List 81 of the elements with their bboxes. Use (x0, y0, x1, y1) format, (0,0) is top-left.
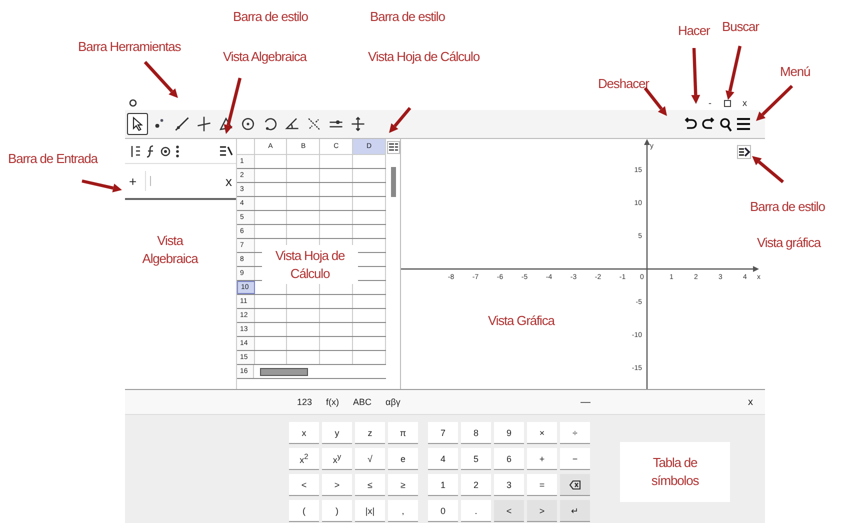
key[interactable]: 1 (428, 474, 458, 496)
redo-icon[interactable] (701, 117, 716, 131)
key[interactable]: y (322, 422, 352, 444)
annotation-label: Hacer (678, 22, 710, 40)
add-button[interactable]: + (129, 174, 141, 188)
maximize-icon[interactable] (724, 100, 730, 106)
logo-icon (129, 99, 137, 107)
function-icon[interactable] (145, 144, 156, 158)
key[interactable]: 2 (461, 474, 491, 496)
search-icon[interactable] (719, 116, 733, 132)
key[interactable]: ↵ (560, 500, 590, 522)
key[interactable]: ≤ (355, 474, 385, 496)
style-bar-icon[interactable] (219, 145, 233, 157)
annotation-label: Barra Herramientas (78, 38, 181, 56)
minimize-button[interactable]: — (580, 396, 590, 408)
key[interactable]: + (527, 448, 557, 470)
line-icon (172, 115, 190, 133)
style-bar-icon[interactable] (387, 141, 400, 154)
key[interactable]: > (527, 500, 557, 522)
tool-button[interactable] (127, 113, 148, 135)
key[interactable]: > (322, 474, 352, 496)
annotation-label: Vista Algebraica (223, 48, 306, 66)
key[interactable]: e (388, 448, 418, 470)
key[interactable]: 5 (461, 448, 491, 470)
key[interactable]: π (388, 422, 418, 444)
style-bar-icon[interactable] (737, 145, 751, 159)
sort-icon[interactable] (130, 144, 141, 158)
annotation-label: Vista gráfica (757, 234, 820, 252)
annotation-label: Vista Gráfica (488, 312, 554, 330)
clear-button[interactable]: x (226, 174, 232, 188)
key[interactable]: < (289, 474, 319, 496)
key[interactable]: < (494, 500, 524, 522)
backspace-icon (569, 480, 581, 490)
keyboard-tab[interactable]: αβγ (386, 397, 400, 407)
backspace-key[interactable] (560, 474, 590, 496)
undo-icon[interactable] (683, 117, 698, 131)
menu-icon[interactable] (736, 117, 751, 131)
key[interactable]: ( (289, 500, 319, 522)
key[interactable]: , (388, 500, 418, 522)
annotation-label: Barra de estilo (370, 8, 445, 26)
dot-circle-icon[interactable] (160, 144, 171, 158)
annotation-label: Barra de estilo (750, 198, 825, 216)
key[interactable]: z (355, 422, 385, 444)
annotation-label: Vista Algebraica (141, 232, 200, 268)
annotation-label: Deshacer (598, 75, 649, 93)
key[interactable]: ≥ (388, 474, 418, 496)
key[interactable]: x$^{y}$ (322, 448, 352, 470)
key[interactable]: × (527, 422, 557, 444)
annotation-label: Buscar (722, 18, 759, 36)
key[interactable]: 8 (461, 422, 491, 444)
key[interactable]: − (560, 448, 590, 470)
key[interactable]: x (289, 422, 319, 444)
annotation-label: Barra de estilo (233, 8, 308, 26)
annotation-label: Tabla de símbolos (620, 442, 730, 502)
key[interactable]: ÷ (560, 422, 590, 444)
keyboard-tab[interactable]: 123 (297, 397, 312, 407)
key[interactable]: √ (355, 448, 385, 470)
keyboard-tab[interactable]: f(x) (326, 397, 340, 407)
close-button[interactable]: x (748, 396, 753, 408)
key[interactable]: . (461, 500, 491, 522)
key[interactable]: x$^{2}$ (289, 448, 319, 470)
minimize-button[interactable]: - (708, 98, 712, 108)
annotation-label: Barra de Entrada (8, 150, 98, 168)
key[interactable]: 7 (428, 422, 458, 444)
key[interactable]: 0 (428, 500, 458, 522)
key[interactable]: 6 (494, 448, 524, 470)
key[interactable]: |x| (355, 500, 385, 522)
move-icon (348, 115, 366, 133)
key[interactable]: 3 (494, 474, 524, 496)
perpendicular-icon (194, 115, 212, 133)
annotation-label: Vista Hoja de Cálculo (368, 48, 480, 66)
annotation-label: Menú (780, 63, 810, 81)
triangle-icon (216, 115, 234, 133)
annotation-label: Vista Hoja de Cálculo (262, 245, 358, 284)
key[interactable]: 4 (428, 448, 458, 470)
key[interactable]: = (527, 474, 557, 496)
key[interactable]: 9 (494, 422, 524, 444)
key[interactable]: ) (322, 500, 352, 522)
more-icon[interactable] (175, 144, 180, 158)
keyboard-tab[interactable]: ABC (353, 397, 372, 407)
close-button[interactable]: x (742, 98, 747, 108)
